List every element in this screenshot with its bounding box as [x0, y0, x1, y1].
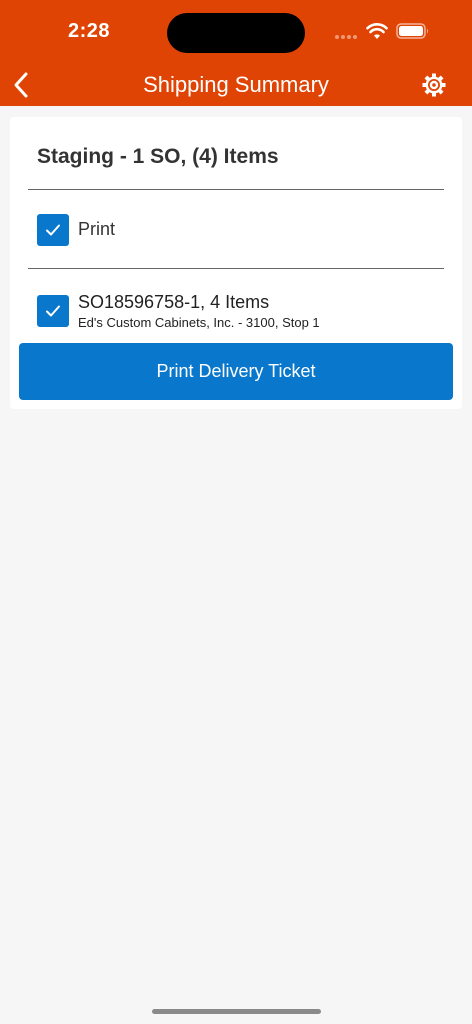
status-time: 2:28 — [68, 20, 111, 42]
staging-title: Staging - 1 SO, (4) Items — [37, 145, 279, 168]
battery-icon — [396, 23, 428, 39]
signal-dots-icon — [335, 35, 357, 39]
dynamic-island — [167, 13, 305, 53]
sales-order-checkbox[interactable] — [37, 295, 69, 327]
wifi-icon — [366, 23, 388, 39]
staging-card: Staging - 1 SO, (4) Items Print SO185967… — [10, 117, 462, 409]
print-checkbox[interactable] — [37, 214, 69, 246]
divider — [28, 189, 444, 190]
sales-order-number: SO18596758-1, 4 Items — [78, 292, 270, 312]
print-label: Print — [78, 219, 116, 239]
page-title: Shipping Summary — [143, 72, 329, 97]
divider — [28, 268, 444, 269]
checkmark-icon — [46, 305, 60, 317]
app-header: 2:28 Shipping Summary — [0, 0, 472, 106]
print-delivery-ticket-button[interactable]: Print Delivery Ticket — [19, 343, 453, 400]
sales-order-customer: Ed's Custom Cabinets, Inc. - 3100, Stop … — [78, 315, 320, 330]
checkmark-icon — [46, 224, 60, 236]
home-indicator[interactable] — [152, 1009, 321, 1014]
gear-icon[interactable] — [421, 72, 447, 98]
